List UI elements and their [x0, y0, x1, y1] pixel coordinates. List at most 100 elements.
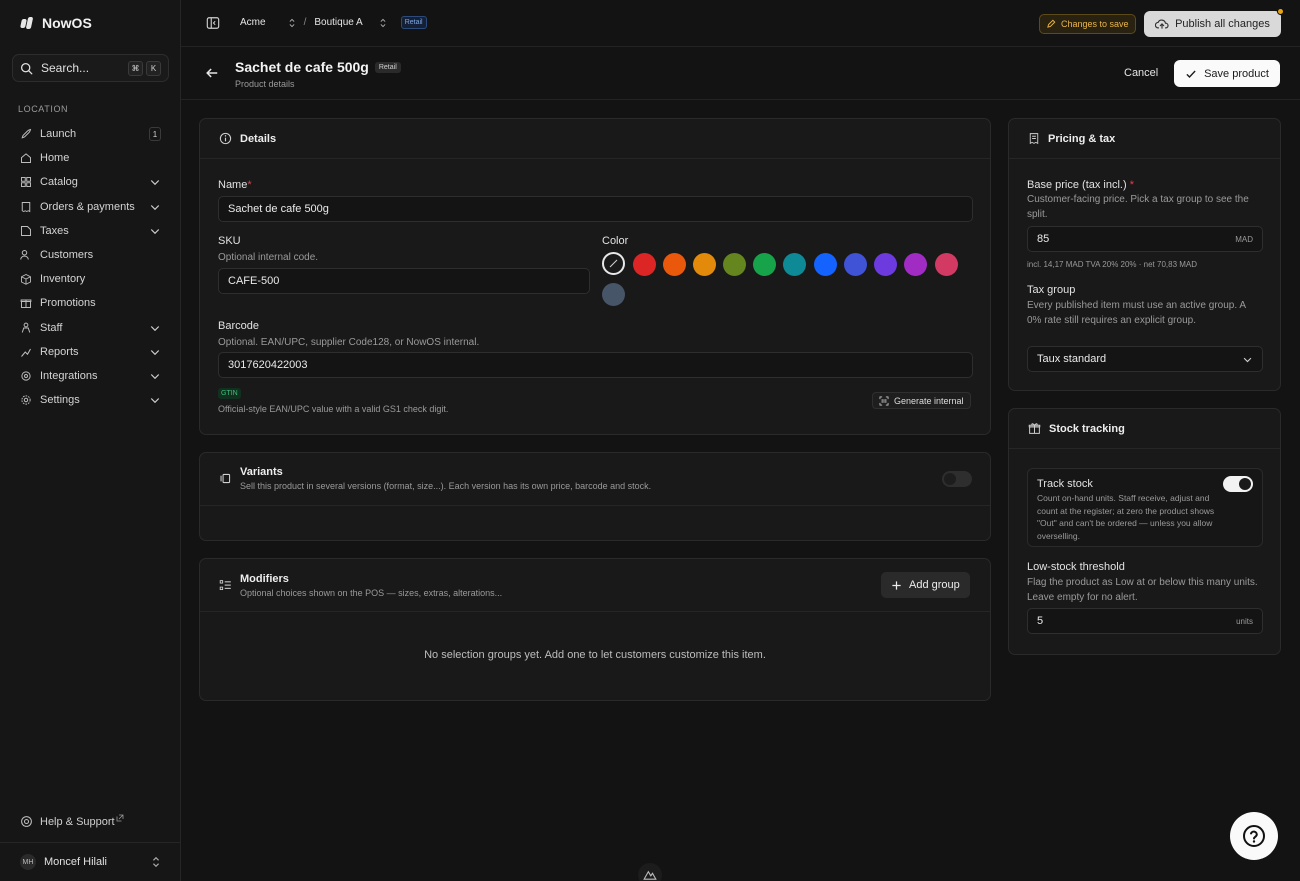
- sidebar-item-reports[interactable]: Reports: [14, 340, 167, 364]
- scan-barcode-icon: [879, 396, 889, 405]
- rocket-icon: [20, 128, 32, 140]
- color-none-swatch[interactable]: [602, 252, 625, 275]
- track-stock-hint: Count on-hand units. Staff receive, adju…: [1037, 493, 1215, 541]
- location-switcher[interactable]: Boutique A: [314, 17, 362, 28]
- tax-group-label: Tax group: [1027, 284, 1076, 296]
- threshold-input[interactable]: 5 units: [1027, 608, 1263, 634]
- sidebar-item-home[interactable]: Home: [14, 146, 167, 170]
- back-arrow-icon[interactable]: [205, 66, 219, 80]
- sidebar-item-inventory[interactable]: Inventory: [14, 267, 167, 291]
- variants-toggle[interactable]: [942, 471, 972, 487]
- help-support-link[interactable]: Help & Support: [20, 814, 124, 828]
- changes-to-save-pill[interactable]: Changes to save: [1039, 14, 1136, 34]
- toggle-knob: [944, 473, 956, 485]
- name-value: Sachet de cafe 500g: [228, 203, 329, 215]
- sidebar-item-label: Customers: [40, 249, 94, 262]
- user-name: Moncef Hilali: [44, 856, 107, 868]
- stock-header: Stock tracking: [1009, 409, 1280, 449]
- brand[interactable]: NowOS: [20, 15, 92, 31]
- kbd-k: K: [146, 60, 161, 76]
- chevron-down-icon: [150, 228, 160, 234]
- pending-dot: [1277, 8, 1284, 15]
- check-icon: [1186, 70, 1196, 78]
- sidebar-toggle-icon[interactable]: [206, 16, 220, 30]
- base-price-input[interactable]: 85 MAD: [1027, 226, 1263, 252]
- sidebar-item-label: Catalog: [40, 176, 78, 189]
- sidebar-item-customers[interactable]: Customers: [14, 243, 167, 267]
- avatar: MH: [20, 854, 36, 870]
- tax-breakdown: incl. 14,17 MAD TVA 20% 20% · net 70,83 …: [1027, 260, 1198, 269]
- color-swatch-slate[interactable]: [602, 283, 625, 306]
- search-icon: [20, 62, 33, 74]
- external-link-icon: [116, 814, 124, 821]
- toggle-knob: [1239, 478, 1251, 490]
- app-name: NowOS: [42, 15, 92, 31]
- color-swatch-purple[interactable]: [904, 253, 927, 276]
- color-swatch-teal[interactable]: [783, 253, 806, 276]
- sidebar-item-integrations[interactable]: Integrations: [14, 364, 167, 388]
- publish-label: Publish all changes: [1175, 18, 1270, 30]
- add-group-button[interactable]: Add group: [881, 572, 970, 598]
- color-swatch-indigo[interactable]: [844, 253, 867, 276]
- page-header: Sachet de cafe 500g Retail Product detai…: [181, 47, 1300, 100]
- sidebar-item-label: Home: [40, 152, 70, 165]
- sidebar-item-catalog[interactable]: Catalog: [14, 170, 167, 194]
- search-input[interactable]: Search... ⌘ K: [12, 54, 169, 82]
- barcode-input[interactable]: 3017620422003: [218, 352, 973, 378]
- nowos-logo-icon: [20, 16, 34, 30]
- sidebar-item-staff[interactable]: Staff: [14, 316, 167, 340]
- chevron-updown-icon[interactable]: [379, 18, 387, 28]
- track-stock-toggle[interactable]: [1223, 476, 1253, 492]
- page-title: Sachet de cafe 500g: [235, 59, 369, 75]
- modifiers-hint: Optional choices shown on the POS — size…: [240, 588, 503, 598]
- color-swatch-amber[interactable]: [693, 253, 716, 276]
- base-price-label-text: Base price (tax incl.): [1027, 179, 1127, 191]
- gift-icon: [20, 297, 32, 309]
- generate-internal-button[interactable]: Generate internal: [872, 392, 971, 409]
- generate-label: Generate internal: [894, 395, 964, 406]
- chevron-updown-icon[interactable]: [288, 18, 296, 28]
- pricing-header: Pricing & tax: [1009, 119, 1280, 159]
- color-swatch-olive[interactable]: [723, 253, 746, 276]
- save-product-button[interactable]: Save product: [1174, 60, 1280, 87]
- org-switcher[interactable]: Acme: [240, 17, 266, 28]
- sidebar-nav: Launch 1 Home Catalog Orders & payments …: [14, 122, 167, 412]
- details-header: Details: [200, 119, 990, 159]
- home-icon: [20, 152, 32, 164]
- add-group-label: Add group: [909, 579, 960, 591]
- color-swatch-green[interactable]: [753, 253, 776, 276]
- threshold-label: Low-stock threshold: [1027, 561, 1125, 573]
- sidebar-item-orders-payments[interactable]: Orders & payments: [14, 195, 167, 219]
- threshold-hint: Flag the product as Low at or below this…: [1027, 577, 1258, 603]
- topbar: Acme / Boutique A Retail Changes to save…: [181, 0, 1300, 47]
- chevron-down-icon: [150, 349, 160, 355]
- color-swatch-violet[interactable]: [874, 253, 897, 276]
- name-label-text: Name: [218, 179, 248, 191]
- grid-icon: [20, 176, 32, 188]
- name-input[interactable]: Sachet de cafe 500g: [218, 196, 973, 222]
- sidebar-item-launch[interactable]: Launch 1: [14, 122, 167, 146]
- sidebar-item-taxes[interactable]: Taxes: [14, 219, 167, 243]
- pricing-card: Pricing & tax Base price (tax incl.) * C…: [1008, 118, 1281, 391]
- color-swatch-red[interactable]: [633, 253, 656, 276]
- sku-input[interactable]: CAFE-500: [218, 268, 590, 294]
- variants-header: Variants Sell this product in several ve…: [200, 453, 990, 506]
- user-menu[interactable]: MH Moncef Hilali: [0, 842, 181, 881]
- color-swatch-blue[interactable]: [814, 253, 837, 276]
- cancel-button[interactable]: Cancel: [1124, 67, 1158, 79]
- variants-card: Variants Sell this product in several ve…: [199, 452, 991, 541]
- section-label: LOCATION: [18, 104, 69, 114]
- color-label: Color: [602, 235, 629, 247]
- sidebar-item-promotions[interactable]: Promotions: [14, 291, 167, 315]
- help-fab-button[interactable]: [1230, 812, 1278, 860]
- color-swatch-pink[interactable]: [935, 253, 958, 276]
- sidebar-item-settings[interactable]: Settings: [14, 388, 167, 412]
- tax-group-select[interactable]: Taux standard: [1027, 346, 1263, 372]
- required-marker: *: [1129, 179, 1134, 191]
- product-type-badge: Retail: [374, 61, 401, 73]
- chevron-down-icon: [150, 374, 160, 380]
- color-swatch-orange[interactable]: [663, 253, 686, 276]
- currency-suffix: MAD: [1235, 234, 1253, 244]
- publish-all-button[interactable]: Publish all changes: [1144, 8, 1284, 37]
- required-marker: *: [247, 179, 252, 191]
